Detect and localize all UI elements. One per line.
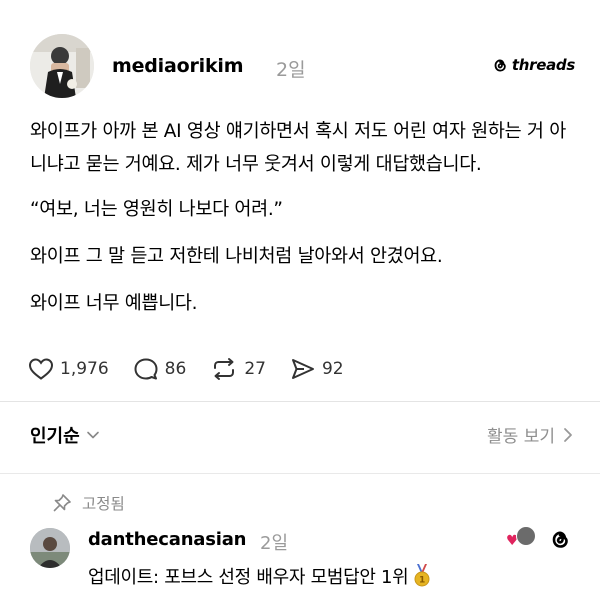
post-paragraph: 와이프 너무 예쁩니다.: [30, 293, 198, 314]
avatar-photo-icon: [30, 528, 70, 568]
like-button[interactable]: 1,976: [28, 357, 109, 381]
share-button[interactable]: 92: [290, 357, 344, 381]
truncated-content: [88, 605, 388, 614]
comment-button[interactable]: 86: [133, 357, 187, 381]
sort-dropdown[interactable]: 인기순: [30, 422, 100, 448]
post-paragraph: 와이프 그 말 듣고 저한테 나비처럼 날아와서 안겼어요.: [30, 246, 443, 267]
chevron-down-icon: [86, 431, 99, 439]
avatar-photo-icon: [30, 34, 94, 98]
threads-wordmark: threads: [511, 56, 575, 74]
repost-button[interactable]: 27: [210, 357, 266, 381]
author-mini-avatar: [516, 526, 536, 546]
threads-brand[interactable]: threads: [491, 56, 575, 74]
gold-medal-icon: 1: [414, 564, 430, 587]
divider: [0, 473, 600, 474]
comment-icon: [134, 358, 158, 380]
repost-icon: [214, 358, 235, 380]
share-count: 92: [321, 359, 344, 379]
author-liked-indicator: ♥: [506, 526, 536, 552]
post-body: 와이프가 아까 본 AI 영상 얘기하면서 혹시 저도 어린 여자 원하는 거 …: [30, 115, 575, 334]
threads-logo-icon: [494, 59, 506, 72]
threads-logo-icon[interactable]: [548, 527, 572, 551]
divider: [0, 401, 600, 402]
reply-time: 2일: [260, 533, 289, 554]
view-activity-link[interactable]: 활동 보기: [487, 422, 573, 447]
svg-text:1: 1: [419, 576, 425, 586]
chevron-right-icon: [564, 427, 572, 442]
post-header: mediaorikim 2일 threads: [30, 34, 575, 98]
reply-text: 업데이트: 포브스 선정 배우자 모범답안 1위 1: [88, 563, 432, 589]
pinned-indicator: 고정됨: [52, 492, 125, 514]
reply-avatar[interactable]: [30, 528, 70, 568]
author-avatar[interactable]: [30, 34, 94, 98]
repost-count: 27: [244, 359, 266, 379]
heart-icon: [28, 358, 54, 380]
post-paragraph: 와이프가 아까 본 AI 영상 얘기하면서 혹시 저도 어린 여자 원하는 거 …: [30, 121, 566, 175]
post-paragraph: “여보, 너는 영원히 나보다 어려.”: [30, 199, 283, 220]
post-time: 2일: [276, 59, 306, 81]
reply-username[interactable]: danthecanasian: [88, 529, 246, 550]
activity-label: 활동 보기: [487, 427, 555, 447]
post-actions: 1,976 86 27 92: [28, 354, 368, 384]
send-icon: [291, 359, 314, 379]
replies-sort-bar: 인기순 활동 보기: [30, 419, 575, 449]
like-count: 1,976: [60, 359, 109, 379]
sort-label: 인기순: [30, 426, 80, 447]
reply-indicators: ♥: [506, 526, 572, 552]
comment-count: 86: [164, 359, 187, 379]
reply-body: 업데이트: 포브스 선정 배우자 모범답안 1위: [88, 567, 409, 588]
pinned-label: 고정됨: [82, 495, 125, 513]
author-username[interactable]: mediaorikim: [112, 55, 244, 77]
pin-icon: [53, 494, 71, 512]
